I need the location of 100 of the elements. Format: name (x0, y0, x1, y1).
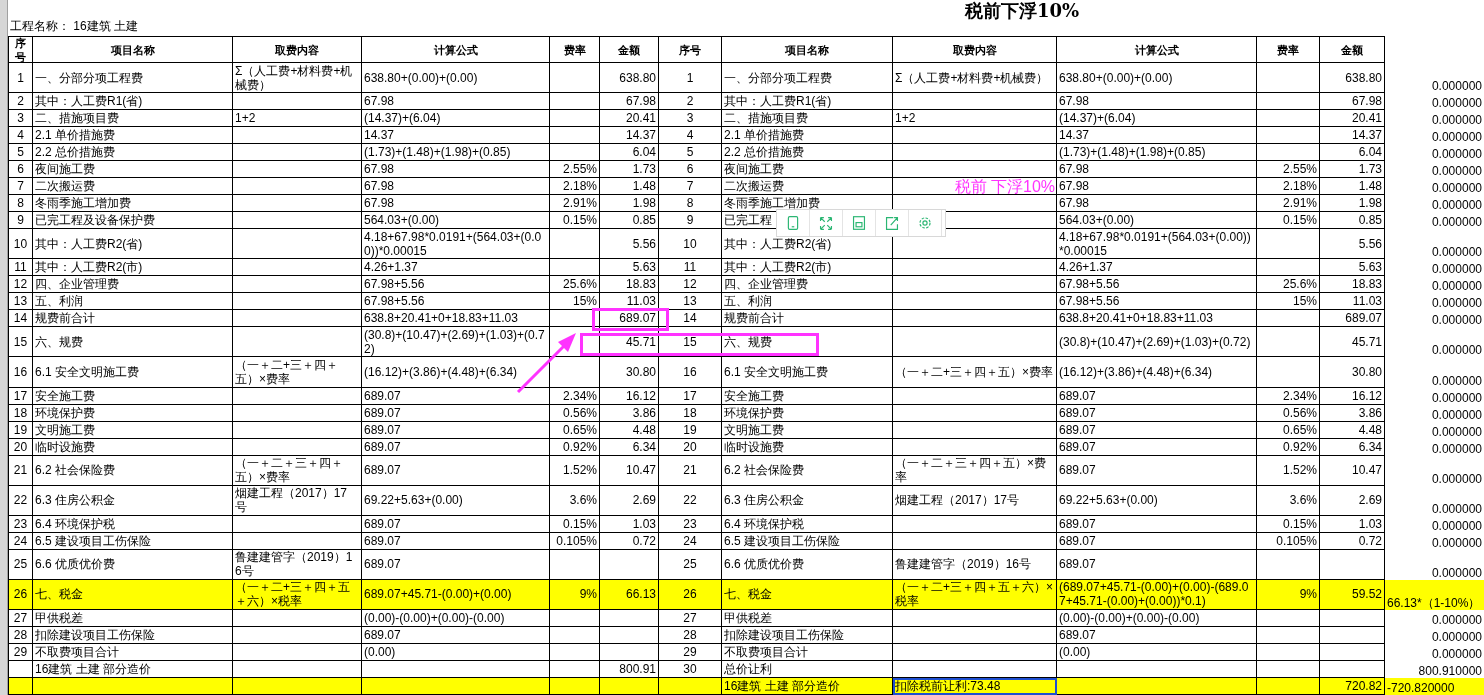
table-cell: 6 (8, 161, 33, 179)
table-cell: 6.2 社会保险费 (33, 455, 233, 486)
table-cell-text: 0.000000 (1430, 146, 1483, 162)
table-cell: 689.07 (1057, 549, 1257, 580)
table-cell: 不取费项目合计 (33, 644, 233, 661)
table-cell (550, 644, 600, 661)
table-cell: 67.98 (362, 161, 550, 179)
table-cell: 其中：人工费R1(省) (722, 93, 893, 111)
table-cell: 13 (8, 293, 33, 311)
project-name: 工程名称： 16建筑 土建 (9, 18, 139, 35)
table-cell: 2.69 (600, 485, 659, 516)
table-cell: 25.6% (550, 276, 600, 294)
table-cell: 29 (8, 644, 33, 661)
table-cell: 6.3 住房公积金 (722, 485, 893, 516)
table-cell: 14 (659, 310, 722, 328)
table-cell: 67.98 (362, 195, 550, 213)
table-cell: 文明施工费 (33, 421, 233, 439)
table-cell (1257, 549, 1320, 580)
table-cell: 17 (659, 387, 722, 405)
table-cell: 2.18% (1257, 178, 1320, 196)
table-cell: 18 (8, 404, 33, 422)
table-cell: 30.80 (1320, 357, 1385, 388)
table-cell: 冬雨季施工增加费 (33, 195, 233, 213)
table-cell: 14.37 (1057, 127, 1257, 145)
table-cell: (1.73)+(1.48)+(1.98)+(0.85) (1057, 144, 1257, 162)
table-cell: 689.07 (362, 387, 550, 405)
table-cell: 4 (659, 127, 722, 145)
table-cell: 19 (659, 421, 722, 439)
column-header: 计算公式 (362, 36, 550, 63)
table-cell: 七、税金 (33, 579, 233, 610)
annotation-text: 税前 下浮10% (954, 178, 1055, 194)
table-cell: 2.91% (550, 195, 600, 213)
table-cell: 20 (8, 438, 33, 456)
table-cell: 45.71 (600, 327, 659, 358)
table-cell: 689.07 (362, 627, 550, 644)
table-cell: 12 (659, 276, 722, 294)
table-cell: 689.07 (600, 310, 659, 328)
table-cell: 67.98 (1057, 161, 1257, 179)
table-cell: (0.00) (1057, 644, 1257, 661)
table-cell: (0.00)-(0.00)+(0.00)-(0.00) (362, 610, 550, 627)
table-cell: 2 (659, 93, 722, 111)
table-cell: 二、措施项目费 (33, 110, 233, 128)
table-cell: 638.8+20.41+0+18.83+11.03 (362, 310, 550, 328)
table-cell: 20 (659, 438, 722, 456)
table-cell: 2.1 单价措施费 (33, 127, 233, 145)
table-cell-text: 0.000000 (1430, 406, 1483, 422)
table-cell: 1.03 (600, 515, 659, 533)
table-cell (1257, 327, 1320, 358)
table-cell: 0.105% (550, 532, 600, 550)
table-cell: 8 (659, 195, 722, 213)
table-cell-text: 0.000000 (1430, 261, 1483, 277)
table-cell (1257, 110, 1320, 128)
table-cell: 638.80+(0.00)+(0.00) (1057, 63, 1257, 94)
table-cell-text: 0.000000 (1430, 517, 1483, 533)
table-cell-text: 0.000000 (1430, 389, 1483, 405)
table-cell: 0.15% (1257, 212, 1320, 230)
table-cell: 15% (550, 293, 600, 311)
table-cell: 2.55% (1257, 161, 1320, 179)
table-cell: 689.07 (1057, 532, 1257, 550)
table-cell: (14.37)+(6.04) (362, 110, 550, 128)
table-cell: （一＋二＋三＋四＋五）×费率 (233, 455, 362, 486)
table-cell: 夜间施工费 (722, 161, 893, 179)
table-cell: 16.12 (600, 387, 659, 405)
table-cell: 0.85 (600, 212, 659, 230)
table-cell: 16.12 (1320, 387, 1385, 405)
table-cell: 67.98 (362, 178, 550, 196)
table-cell: 6.6 优质优价费 (33, 549, 233, 580)
table-cell: 其中：人工费R2(市) (33, 259, 233, 277)
table-cell: 27 (8, 610, 33, 627)
table-cell: 甲供税差 (722, 610, 893, 627)
table-cell: 烟建工程（2017）17号 (233, 485, 362, 516)
table-cell: 18.83 (1320, 276, 1385, 294)
table-cell: 六、规费 (722, 327, 893, 358)
table-cell: 11.03 (1320, 293, 1385, 311)
table-cell (1257, 610, 1320, 627)
table-cell: 24 (8, 532, 33, 550)
table-cell: 689.07 (362, 455, 550, 486)
table-cell: 0.65% (550, 421, 600, 439)
table-cell: 7 (8, 178, 33, 196)
table-cell: 26 (659, 579, 722, 610)
table-cell: 6.04 (600, 144, 659, 162)
table-cell: 67.98 (1057, 178, 1257, 196)
table-cell (550, 357, 600, 388)
column-header: 费率 (1257, 36, 1320, 63)
table-cell: 2 (8, 93, 33, 111)
table-cell: 638.8+20.41+0+18.83+11.03 (1057, 310, 1257, 328)
table-cell-text: 0.000000 (1430, 500, 1483, 516)
table-cell (1257, 310, 1320, 328)
table-cell: 18 (659, 404, 722, 422)
table-cell: 689.07 (1057, 515, 1257, 533)
table-cell: 20.41 (600, 110, 659, 128)
table-cell: 11 (659, 259, 722, 277)
column-header: 取费内容 (893, 36, 1057, 63)
table-cell: 安全施工费 (722, 387, 893, 405)
table-cell: 689.07 (362, 421, 550, 439)
table-cell: 67.98 (1320, 93, 1385, 111)
table-cell (550, 63, 600, 94)
table-cell: 67.98 (600, 93, 659, 111)
table-cell: 16 (8, 357, 33, 388)
table-cell: 1.52% (1257, 455, 1320, 486)
